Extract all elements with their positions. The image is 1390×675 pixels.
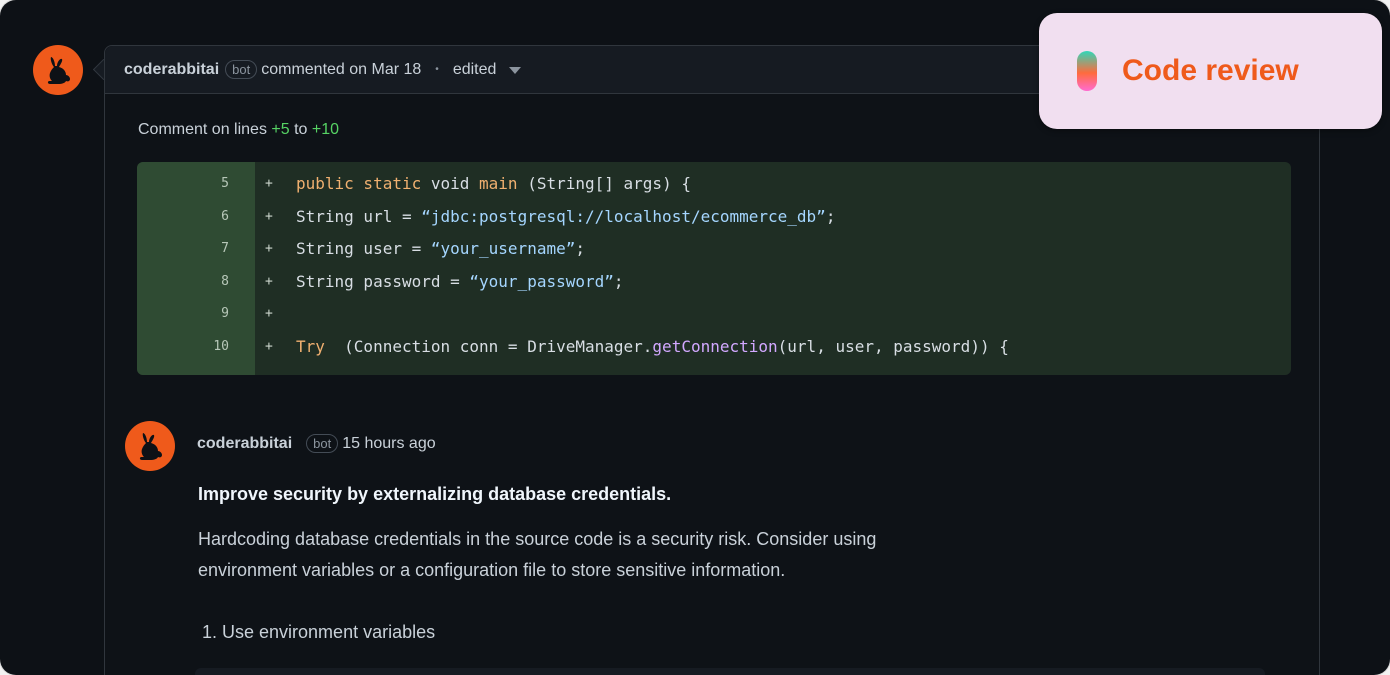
code-token: (Connection conn = DriveManager.: [334, 336, 653, 356]
code-token: (url, user, password)) {: [777, 336, 1009, 356]
separator-dot: •: [435, 64, 439, 75]
code-text: String url = “jdbc:postgresql://localhos…: [296, 201, 835, 233]
reply-body-line: Hardcoding database credentials in the s…: [198, 529, 877, 549]
code-token: “jdbc:postgresql://localhost/ecommerce_d…: [421, 206, 826, 226]
edited-label: edited: [452, 60, 497, 78]
added-line-marker: +: [265, 273, 273, 289]
diff-block: 5 + public static void main (String[] args…: [137, 162, 1291, 375]
code-token: main: [479, 174, 528, 193]
code-token: String url =: [296, 206, 422, 226]
diff-line[interactable]: 6 + String url = “jdbc:postgresql://localh…: [137, 201, 1291, 233]
added-line-marker: +: [265, 306, 273, 321]
code-token: void: [430, 174, 480, 193]
reply-bot-badge: bot: [306, 434, 339, 453]
code-token: public static: [296, 174, 431, 193]
lines-caption: Comment on lines +5 to +10: [138, 121, 339, 139]
reply-avatar[interactable]: [125, 421, 175, 471]
code-token: Try: [296, 336, 335, 356]
added-line-marker: +: [265, 241, 273, 256]
reply-author[interactable]: coderabbitai: [197, 435, 292, 453]
avatar[interactable]: [33, 45, 83, 95]
caption-prefix: Comment on lines: [138, 121, 267, 138]
chevron-down-icon: [508, 66, 521, 74]
reply-header: coderabbitai bot 15 hours ago: [197, 434, 436, 453]
code-token: “your_username”: [430, 239, 576, 258]
reply-time[interactable]: 15 hours ago: [342, 435, 435, 453]
rabbit-icon: [47, 57, 70, 84]
bot-badge: bot: [225, 60, 258, 79]
code-token: getConnection: [652, 336, 778, 356]
list-item: 1. Use environment variables: [202, 622, 436, 642]
code-review-badge: Code review: [1039, 13, 1382, 129]
code-token: ;: [825, 206, 836, 226]
diff-line[interactable]: 8 + String password = “your_password”;: [137, 266, 1291, 298]
reply-body: Hardcoding database credentials in the s…: [198, 524, 998, 586]
caption-to-line[interactable]: +10: [312, 121, 339, 138]
code-token: ;: [613, 271, 624, 291]
code-token: String user =: [296, 239, 431, 258]
code-text: public static void main (String[] args) …: [296, 168, 691, 200]
line-number[interactable]: 6: [137, 201, 229, 233]
reply-body-line: environment variables or a configuration…: [198, 560, 786, 580]
line-number[interactable]: 10: [137, 331, 229, 363]
diff-line[interactable]: 10 + Try (Connection conn = DriveManager.g…: [137, 331, 1291, 363]
line-number[interactable]: 8: [137, 266, 229, 298]
code-text: String password = “your_password”;: [296, 266, 624, 298]
screenshot-frame: coderabbitai bot commented on Mar 18 • e…: [0, 0, 1390, 675]
gradient-pill-icon: [1077, 51, 1097, 91]
code-token: “your_password”: [469, 271, 614, 291]
line-number[interactable]: 5: [137, 168, 229, 200]
line-number[interactable]: 9: [137, 298, 229, 330]
review-thread: coderabbitai bot commented on Mar 18 • e…: [104, 45, 1320, 675]
code-token: ;: [575, 239, 585, 258]
added-line-marker: +: [265, 208, 273, 224]
added-line-marker: +: [265, 338, 273, 354]
code-text: Try (Connection conn = DriveManager.getC…: [296, 331, 1009, 363]
comment-action: commented on Mar 18: [261, 60, 422, 78]
added-line-marker: +: [265, 176, 273, 191]
code-token: (String[] args) {: [527, 174, 691, 193]
diff-line[interactable]: 7 + String user = “your_username”;: [137, 233, 1291, 265]
code-block: [195, 668, 1265, 675]
reply-title: Improve security by externalizing databa…: [198, 484, 672, 504]
code-token: String password =: [296, 271, 470, 291]
caption-from-line[interactable]: +5: [271, 121, 289, 138]
edited-menu[interactable]: edited: [453, 61, 521, 79]
diff-line[interactable]: 5 + public static void main (String[] args…: [137, 168, 1291, 200]
line-number[interactable]: 7: [137, 233, 229, 265]
code-text: String user = “your_username”;: [296, 233, 585, 265]
caption-mid: to: [294, 121, 308, 138]
comment-author[interactable]: coderabbitai: [124, 61, 219, 79]
diff-line[interactable]: 9 +: [137, 298, 1291, 330]
code-review-label: Code review: [1122, 54, 1299, 87]
rabbit-icon: [139, 433, 162, 460]
